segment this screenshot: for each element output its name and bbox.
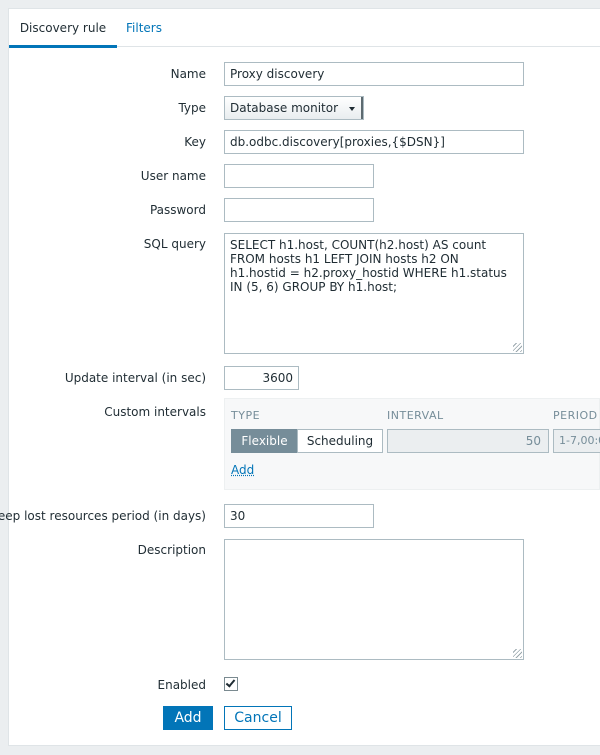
enabled-checkbox[interactable] [224, 677, 238, 691]
key-label: Key [184, 135, 206, 149]
col-type-header: TYPE [231, 409, 261, 422]
chevron-down-icon [349, 107, 355, 111]
description-label: Description [137, 543, 206, 557]
enabled-label: Enabled [157, 678, 207, 692]
custom-intervals-table: TYPE INTERVAL PERIOD Flexible Scheduling… [224, 398, 600, 490]
type-label: Type [178, 101, 206, 115]
interval-input[interactable]: 50 [387, 429, 549, 453]
check-icon [225, 677, 236, 688]
keep-lost-field[interactable]: 30 [224, 504, 374, 528]
tab-discovery-rule[interactable]: Discovery rule [9, 9, 117, 48]
type-select-value: Database monitor [230, 101, 339, 115]
resize-grip-icon[interactable] [513, 343, 522, 352]
cancel-button[interactable]: Cancel [224, 706, 292, 730]
key-field[interactable]: db.odbc.discovery[proxies,{$DSN}] [224, 130, 524, 154]
description-field[interactable] [224, 539, 524, 660]
password-label: Password [149, 203, 206, 217]
password-field[interactable] [224, 198, 374, 222]
period-input[interactable]: 1-7,00:00-24:00 [553, 429, 600, 453]
type-select[interactable]: Database monitor [224, 96, 364, 120]
tab-bar: Discovery rule Filters [9, 9, 600, 48]
keep-lost-label: Keep lost resources period (in days) [0, 509, 206, 523]
name-label: Name [170, 67, 206, 81]
col-interval-header: INTERVAL [387, 409, 444, 422]
name-field[interactable]: Proxy discovery [224, 62, 524, 86]
username-label: User name [140, 169, 206, 183]
add-button[interactable]: Add [163, 706, 213, 730]
flexible-toggle[interactable]: Flexible [231, 429, 298, 453]
scheduling-toggle[interactable]: Scheduling [297, 429, 383, 453]
sql-query-field[interactable]: SELECT h1.host, COUNT(h2.host) AS count … [224, 233, 524, 354]
custom-intervals-label: Custom intervals [104, 405, 206, 419]
add-interval-link[interactable]: Add [231, 463, 254, 477]
username-field[interactable] [224, 164, 374, 188]
resize-grip-icon[interactable] [513, 649, 522, 658]
update-interval-field[interactable]: 3600 [224, 366, 299, 390]
col-period-header: PERIOD [553, 409, 598, 422]
sql-query-text: SELECT h1.host, COUNT(h2.host) AS count … [230, 238, 507, 294]
tab-filters[interactable]: Filters [126, 9, 162, 47]
sql-query-label: SQL query [143, 237, 206, 251]
update-interval-label: Update interval (in sec) [64, 371, 206, 385]
